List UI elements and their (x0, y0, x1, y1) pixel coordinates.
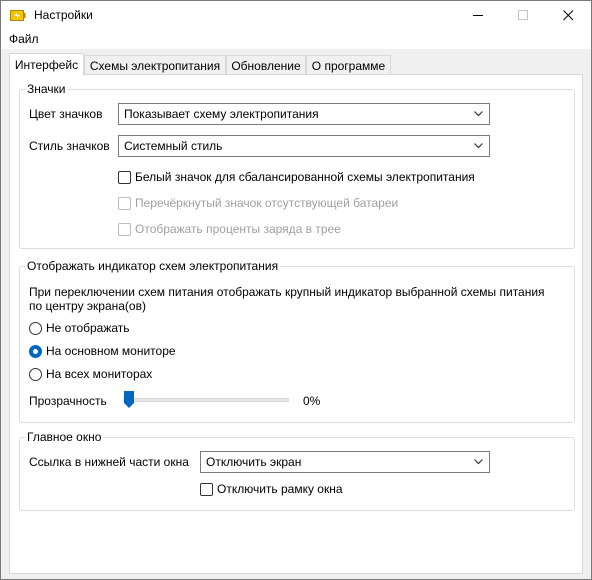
icon-style-value: Системный стиль (124, 139, 223, 153)
tab-update[interactable]: Обновление (226, 55, 306, 75)
chevron-down-icon (474, 143, 483, 149)
radio-main-monitor-label[interactable]: На основном мониторе (46, 344, 176, 358)
main-window-group-legend: Главное окно (25, 430, 104, 444)
battery-app-icon (10, 10, 26, 21)
menu-file[interactable]: Файл (9, 32, 39, 46)
minimize-icon (473, 15, 483, 16)
disable-frame-checkbox[interactable] (200, 483, 213, 496)
title-bar[interactable]: Настройки (1, 1, 591, 30)
tab-power-schemes[interactable]: Схемы электропитания (84, 55, 226, 75)
radio-all-monitors-label[interactable]: На всех мониторах (46, 367, 152, 381)
bottom-link-value: Отключить экран (206, 455, 302, 469)
show-percent-checkbox[interactable] (118, 223, 131, 236)
tab-about[interactable]: О программе (306, 55, 391, 75)
radio-main-monitor[interactable] (29, 345, 42, 358)
maximize-icon (518, 10, 528, 20)
show-percent-label[interactable]: Отображать проценты заряда в трее (135, 222, 341, 236)
icon-color-label: Цвет значков (29, 107, 103, 121)
transparency-value: 0% (303, 394, 321, 408)
menu-bar: Файл (1, 30, 591, 49)
settings-window: Настройки Файл Интерфейс Схемы электропи… (0, 0, 592, 580)
white-icon-label[interactable]: Белый значок для сбалансированной схемы … (135, 170, 475, 184)
icon-style-select[interactable]: Системный стиль (118, 135, 490, 157)
bottom-link-label: Ссылка в нижней части окна (29, 455, 189, 469)
interface-tab-panel: Значки Цвет значков Показывает схему эле… (9, 74, 583, 574)
tab-interface[interactable]: Интерфейс (9, 53, 84, 76)
main-window-group: Главное окно Ссылка в нижней части окна … (19, 430, 575, 511)
crossed-icon-checkbox[interactable] (118, 197, 131, 210)
minimize-button[interactable] (456, 1, 501, 30)
crossed-icon-label[interactable]: Перечёркнутый значок отсутствующей батар… (135, 196, 398, 210)
window-title: Настройки (34, 8, 93, 22)
radio-all-monitors[interactable] (29, 368, 42, 381)
chevron-down-icon (474, 459, 483, 465)
indicator-group-legend: Отображать индикатор схем электропитания (25, 259, 281, 273)
icons-group: Значки Цвет значков Показывает схему эле… (19, 82, 575, 249)
icons-group-legend: Значки (25, 82, 68, 96)
icon-color-value: Показывает схему электропитания (124, 107, 319, 121)
close-icon (563, 10, 574, 21)
transparency-label: Прозрачность (29, 394, 107, 408)
indicator-description: При переключении схем питания отображать… (29, 285, 545, 313)
chevron-down-icon (474, 111, 483, 117)
radio-no-display-label[interactable]: Не отображать (46, 321, 130, 335)
transparency-slider-track[interactable] (123, 398, 289, 402)
indicator-group: Отображать индикатор схем электропитания… (19, 259, 575, 423)
white-icon-checkbox[interactable] (118, 171, 131, 184)
close-button[interactable] (546, 1, 591, 30)
icon-style-label: Стиль значков (29, 139, 110, 153)
radio-no-display[interactable] (29, 322, 42, 335)
bottom-link-select[interactable]: Отключить экран (200, 451, 490, 473)
disable-frame-label[interactable]: Отключить рамку окна (217, 482, 343, 496)
transparency-slider-thumb[interactable] (123, 390, 135, 409)
maximize-button[interactable] (501, 1, 546, 30)
icon-color-select[interactable]: Показывает схему электропитания (118, 103, 490, 125)
